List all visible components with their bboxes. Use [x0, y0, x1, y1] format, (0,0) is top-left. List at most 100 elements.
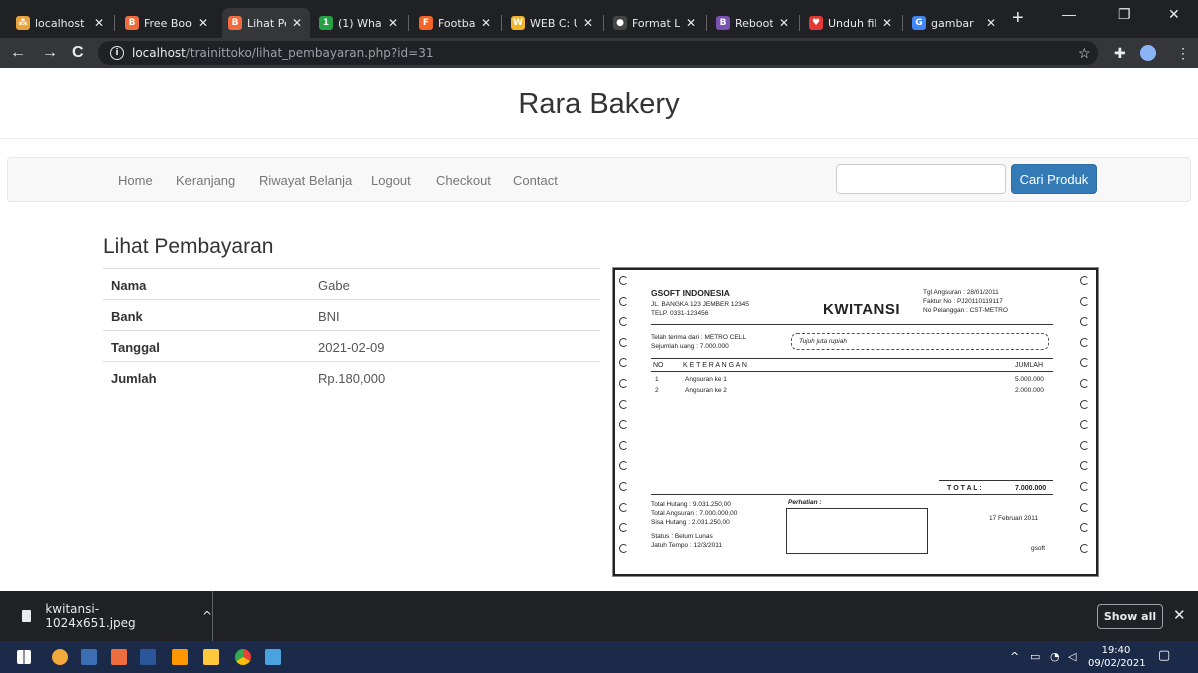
tab-close-icon[interactable]: ✕	[779, 16, 791, 30]
xampp-icon[interactable]	[111, 649, 127, 665]
profile-avatar-icon[interactable]	[1140, 45, 1156, 61]
tab-close-icon[interactable]: ✕	[686, 16, 698, 30]
nav-logout[interactable]: Logout	[371, 173, 411, 188]
tab-favicon-icon: B	[716, 16, 730, 30]
left-perforation	[619, 276, 629, 564]
extensions-icon[interactable]: ✚	[1114, 45, 1126, 62]
tray-chevron-icon[interactable]: ^	[1010, 650, 1019, 663]
detail-label-tanggal: Tanggal	[103, 330, 310, 362]
receipt-item-ket: Angsuran ke 1	[685, 376, 727, 383]
browser-tab[interactable]: B Reboot ✕	[710, 8, 797, 38]
site-title: Rara Bakery	[518, 88, 680, 120]
volume-icon[interactable]: ◁	[1068, 650, 1076, 663]
nav-checkout[interactable]: Checkout	[436, 173, 491, 188]
clock-time: 19:40	[1101, 645, 1131, 656]
tab-close-icon[interactable]: ✕	[882, 16, 894, 30]
browser-tab[interactable]: ♥ Unduh fil ✕	[803, 8, 900, 38]
chrome-icon[interactable]	[235, 649, 251, 665]
tab-title: (1) What	[338, 16, 382, 30]
tab-close-icon[interactable]: ✕	[94, 16, 106, 30]
address-bar[interactable]: i localhost/trainittoko/lihat_pembayaran…	[98, 41, 1098, 65]
tab-separator	[902, 15, 903, 31]
menu-kebab-icon[interactable]: ⋮	[1176, 45, 1190, 62]
forward-icon[interactable]: →	[42, 43, 58, 63]
nav-home[interactable]: Home	[118, 173, 153, 188]
download-item[interactable]: kwitansi-1024x651.jpeg ^	[0, 591, 213, 641]
tab-separator	[114, 15, 115, 31]
receipt-terima-dari: Telah terima dari : METRO CELL	[651, 334, 747, 341]
tab-favicon-icon: ●	[613, 16, 627, 30]
tab-close-icon[interactable]: ✕	[388, 16, 400, 30]
receipt-total-value: 7.000.000	[1015, 485, 1047, 492]
table-row: Nama Gabe	[103, 268, 600, 300]
tab-close-icon[interactable]: ✕	[481, 16, 493, 30]
detail-label-bank: Bank	[103, 299, 310, 331]
taskbar-clock[interactable]: 19:40 09/02/2021	[1088, 644, 1146, 670]
close-window-icon[interactable]: ✕	[1168, 6, 1180, 23]
app-icon[interactable]	[52, 649, 68, 665]
receipt-divider	[651, 324, 1053, 325]
nav-keranjang[interactable]: Keranjang	[176, 173, 235, 188]
browser-tab[interactable]: 1 (1) What ✕	[313, 8, 406, 38]
main-navbar: Home Keranjang Riwayat Belanja Logout Ch…	[7, 157, 1191, 202]
search-button[interactable]: Cari Produk	[1011, 164, 1097, 194]
browser-tab[interactable]: ● Format L ✕	[607, 8, 704, 38]
tab-title: Format L	[632, 16, 680, 30]
new-tab-button[interactable]: +	[1012, 8, 1024, 28]
search-input[interactable]	[836, 164, 1006, 194]
receipt-phone: TELP. 0331-123456	[651, 310, 709, 317]
tab-close-icon[interactable]: ✕	[292, 16, 304, 30]
browser-tab[interactable]: ⁂ localhost ✕	[10, 8, 112, 38]
receipt-date: 17 Februari 2011	[989, 515, 1039, 522]
receipt-total-hutang: Total Hutang : 9.031.250,00	[651, 501, 731, 508]
tab-close-icon[interactable]: ✕	[583, 16, 595, 30]
word-icon[interactable]	[140, 649, 156, 665]
receipt-col-jumlah: JUMLAH	[1015, 362, 1044, 369]
page-title: Lihat Pembayaran	[103, 235, 274, 258]
close-icon[interactable]: ✕	[1173, 606, 1186, 624]
receipt-divider	[651, 494, 1053, 495]
file-icon	[22, 610, 32, 622]
show-all-button[interactable]: Show all	[1097, 604, 1163, 629]
receipt-total-angsuran: Total Angsuran : 7.000.000,00	[651, 510, 738, 517]
browser-tab[interactable]: B Free Boo ✕	[119, 8, 216, 38]
tab-close-icon[interactable]: ✕	[986, 16, 998, 30]
reload-icon[interactable]: C	[72, 43, 84, 63]
receipt-total-label: T O T A L :	[947, 485, 982, 492]
maximize-icon[interactable]: ❐	[1118, 6, 1131, 23]
browser-tab[interactable]: W WEB C: U ✕	[505, 8, 601, 38]
nav-riwayat-belanja[interactable]: Riwayat Belanja	[259, 173, 352, 188]
receipt-body: GSOFT INDONESIA JL. BANGKA 123 JEMBER 12…	[643, 278, 1067, 570]
browser-tab[interactable]: Ggambar ✕	[906, 8, 1004, 38]
minimize-icon[interactable]: —	[1062, 6, 1076, 22]
browser-tab[interactable]: F Football ✕	[413, 8, 499, 38]
download-filename: kwitansi-1024x651.jpeg	[45, 602, 136, 630]
clock-date: 09/02/2021	[1088, 658, 1146, 669]
download-bar: kwitansi-1024x651.jpeg ^ Show all ✕	[0, 591, 1198, 641]
sublime-icon[interactable]	[172, 649, 188, 665]
right-perforation	[1080, 276, 1090, 564]
site-info-icon[interactable]: i	[110, 46, 124, 60]
tab-title: localhost	[35, 16, 85, 30]
receipt-item-no: 1	[655, 376, 659, 383]
bookmark-star-icon[interactable]: ☆	[1078, 45, 1091, 62]
receipt-col-no: NO	[653, 362, 664, 369]
chevron-up-icon[interactable]: ^	[202, 609, 212, 623]
photos-icon[interactable]	[265, 649, 281, 665]
receipt-divider	[651, 371, 1053, 372]
file-explorer-icon[interactable]	[203, 649, 219, 665]
start-icon[interactable]	[17, 650, 31, 664]
tab-favicon-icon: 1	[319, 16, 333, 30]
tab-separator	[408, 15, 409, 31]
notification-icon[interactable]: ▢	[1158, 648, 1170, 663]
devcpp-icon[interactable]	[81, 649, 97, 665]
back-icon[interactable]: ←	[10, 43, 26, 63]
wifi-icon[interactable]: ◔	[1050, 650, 1060, 663]
tab-close-icon[interactable]: ✕	[198, 16, 210, 30]
tab-separator	[603, 15, 604, 31]
receipt-item-ket: Angsuran ke 2	[685, 387, 727, 394]
nav-contact[interactable]: Contact	[513, 173, 558, 188]
tab-separator	[799, 15, 800, 31]
browser-tab[interactable]: B Lihat Pem ✕	[222, 8, 310, 38]
receipt-signature: gsoft	[1031, 545, 1046, 552]
